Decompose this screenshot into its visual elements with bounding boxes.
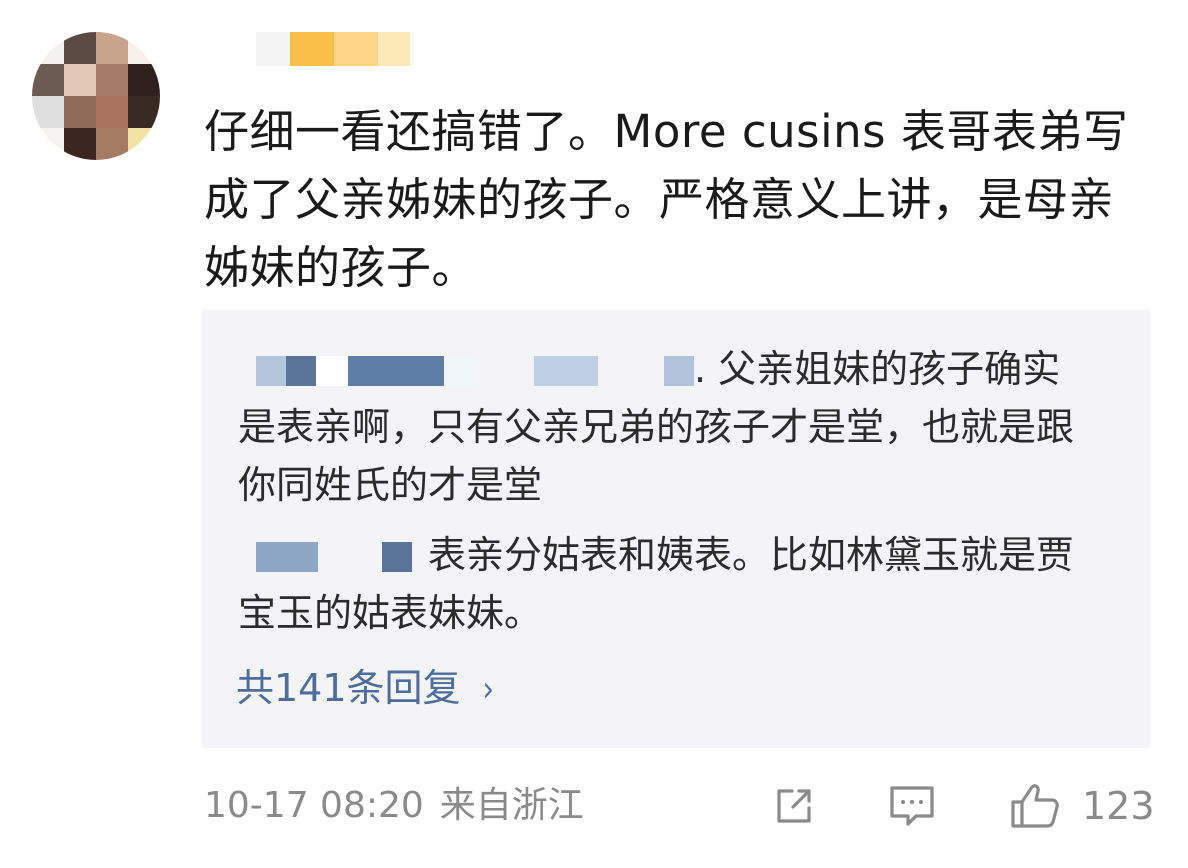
user-avatar[interactable]: [32, 32, 160, 160]
reply-username-blurred[interactable]: [238, 347, 694, 391]
thumbs-up-icon: [1011, 784, 1059, 828]
chevron-right-icon: ›: [481, 669, 494, 710]
share-icon: [777, 789, 811, 823]
like-count: 123: [1082, 784, 1155, 828]
comment-meta: 10-17 08:20 来自浙江: [204, 782, 584, 830]
view-all-replies-link[interactable]: 共141条回复 ›: [236, 660, 495, 718]
comment-location: 来自浙江: [439, 785, 584, 826]
reply-item[interactable]: . 父亲姐妹的孩子确实是表亲啊，只有父亲兄弟的孩子才是堂，也就是跟你同姓氏的才是…: [238, 340, 1098, 514]
comment-date: 10-17 08:20: [204, 785, 424, 826]
comment-icon: [890, 786, 934, 826]
reply-item[interactable]: 表亲分姑表和姨表。比如林黛玉就是贾宝玉的姑表妹妹。: [238, 526, 1098, 642]
reply-username-blurred[interactable]: [238, 533, 428, 577]
replies-panel[interactable]: . 父亲姐妹的孩子确实是表亲啊，只有父亲兄弟的孩子才是堂，也就是跟你同姓氏的才是…: [202, 310, 1150, 748]
weibo-comment-card: 仔细一看还搞错了。More cusins 表哥表弟写成了父亲姊妹的孩子。严格意义…: [0, 0, 1188, 868]
like-button[interactable]: 123: [1008, 776, 1155, 836]
username-blurred[interactable]: [256, 32, 410, 66]
share-button[interactable]: [770, 776, 818, 836]
comment-button[interactable]: [886, 776, 938, 836]
view-all-replies-label: 共141条回复: [236, 666, 461, 710]
comment-text: 仔细一看还搞错了。More cusins 表哥表弟写成了父亲姊妹的孩子。严格意义…: [204, 105, 1129, 294]
